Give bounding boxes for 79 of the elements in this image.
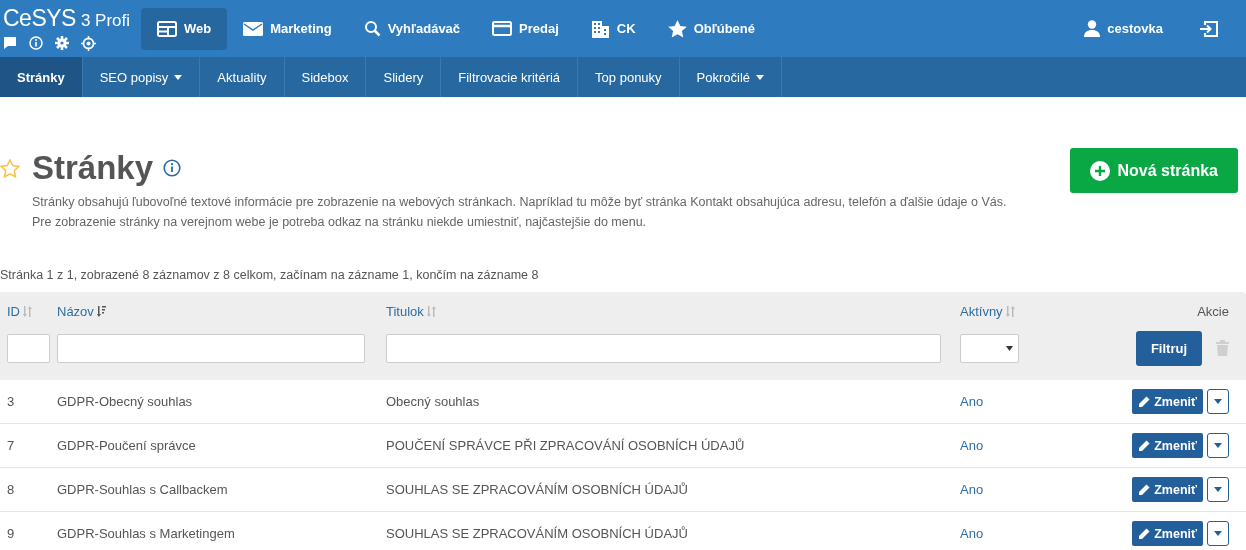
edit-button[interactable]: Zmeniť	[1132, 521, 1203, 546]
table-cell-text: GDPR-Obecný souhlas	[56, 393, 194, 411]
column-header[interactable]: ID	[7, 304, 32, 319]
filter-input[interactable]	[7, 333, 50, 363]
caret-icon	[1214, 399, 1222, 404]
sub-nav-tab[interactable]: Slidery	[366, 57, 442, 97]
brand-edition: 3 Profi	[80, 11, 131, 29]
dropdown-button[interactable]	[1207, 433, 1229, 458]
browser-icon	[157, 20, 177, 37]
page-title: Stránky	[32, 148, 154, 188]
table-cell-text: POUČENÍ SPRÁVCE PŘI ZPRACOVÁNÍ OSOBNÍCH ÚDAJŮ	[385, 437, 746, 455]
filter-input[interactable]	[57, 333, 365, 363]
search-icon	[363, 20, 381, 37]
column-header[interactable]: Názov	[57, 304, 106, 319]
sub-nav-tab[interactable]: Pokročilé	[679, 57, 783, 97]
info-icon[interactable]	[163, 159, 182, 177]
table-cell-text: GDPR-Souhlas s Marketingem	[56, 525, 236, 543]
caret-icon	[1214, 531, 1222, 536]
brand-name: CeSYS	[3, 6, 76, 30]
table-cell-text: SOUHLAS SE ZPRACOVÁNÍM OSOBNÍCH ÚDAJŮ	[385, 481, 689, 499]
dropdown-button[interactable]	[1207, 389, 1229, 414]
card-icon	[492, 21, 513, 36]
main-nav-item[interactable]: Marketing	[227, 7, 348, 50]
table-cell-text: Ano	[959, 437, 985, 455]
sub-nav-tab[interactable]: Stránky	[0, 57, 83, 97]
star-icon	[667, 19, 687, 38]
logout-icon[interactable]	[1199, 19, 1218, 38]
caret-icon	[756, 74, 765, 80]
building-icon	[590, 19, 610, 38]
main-nav-item[interactable]: Predaj	[476, 7, 575, 50]
user-menu[interactable]: cestovka	[1068, 7, 1179, 50]
caret-icon	[1214, 487, 1222, 492]
pencil-icon	[1138, 395, 1151, 408]
envelope-icon	[243, 20, 264, 37]
target-icon[interactable]	[81, 35, 96, 51]
table-cell-text: 9	[6, 525, 16, 543]
new-page-button[interactable]: Nová stránka	[1069, 148, 1238, 193]
table-cell-text: GDPR-Souhlas s Callbackem	[56, 481, 229, 499]
settings-icon[interactable]	[55, 36, 69, 50]
column-header: Akcie	[1197, 304, 1229, 319]
page-description: Stránky obsahujú ľubovoľné textové informácie pre zobrazenie na webových stránkach. Napríklad tu môže byť stránka Kontakt obsahujúca adresu, telefón a ďalšie údaje o Vás. Pre zobrazenie stránky na verejnom webe je potreba odkaz na stránku niekde umiestniť, najčastejšie do menu.	[32, 194, 1008, 231]
pencil-icon	[1138, 483, 1151, 496]
table-cell-text: 7	[6, 437, 16, 455]
sub-nav-tab[interactable]: Top ponuky	[578, 57, 680, 97]
caret-icon	[1214, 443, 1222, 448]
user-icon	[1084, 20, 1101, 37]
sub-nav-tab[interactable]: Aktuality	[200, 57, 285, 97]
table-cell-text: Ano	[959, 525, 985, 543]
filter-button[interactable]: Filtruj	[1135, 330, 1202, 366]
column-header[interactable]: Aktívny	[960, 304, 1015, 319]
column-header[interactable]: Titulok	[386, 304, 436, 319]
main-nav-item[interactable]: Web	[141, 7, 228, 50]
edit-button[interactable]: Zmeniť	[1132, 477, 1203, 502]
table-cell-text: GDPR-Poučení správce	[56, 437, 197, 455]
sub-nav-tab[interactable]: SEO popisy	[82, 57, 201, 97]
favorite-star-icon[interactable]	[0, 158, 20, 178]
dropdown-button[interactable]	[1207, 477, 1229, 502]
pencil-icon	[1138, 439, 1151, 452]
table-cell-text: 3	[6, 393, 16, 411]
table-cell-text: Ano	[959, 393, 985, 411]
main-nav-item[interactable]: CK	[574, 7, 652, 50]
table-cell-text: Obecný souhlas	[385, 393, 481, 411]
chat-icon[interactable]	[3, 36, 17, 50]
table-cell-text: Ano	[959, 481, 985, 499]
dropdown-button[interactable]	[1207, 521, 1229, 546]
caret-icon	[174, 74, 183, 80]
caret-icon	[1006, 345, 1013, 351]
filter-input[interactable]	[386, 333, 941, 363]
plus-circle-icon	[1089, 160, 1110, 181]
table-summary: Stránka 1 z 1, zobrazené 8 záznamov z 8 celkom, začínam na zázname 1, končím na zázname 8	[0, 268, 540, 282]
table-cell-text: 8	[6, 481, 16, 499]
table-cell-text: SOUHLAS SE ZPRACOVÁNÍM OSOBNÍCH ÚDAJŮ	[385, 525, 689, 543]
edit-button[interactable]: Zmeniť	[1132, 433, 1203, 458]
main-nav-item[interactable]: Vyhľadávač	[347, 7, 477, 50]
edit-button[interactable]: Zmeniť	[1132, 389, 1203, 414]
main-nav-item[interactable]: Obľúbené	[651, 7, 771, 50]
sub-nav-tab[interactable]: Sidebox	[284, 57, 367, 97]
sub-nav-tab[interactable]: Filtrovacie kritériá	[441, 57, 579, 97]
pencil-icon	[1138, 527, 1151, 540]
